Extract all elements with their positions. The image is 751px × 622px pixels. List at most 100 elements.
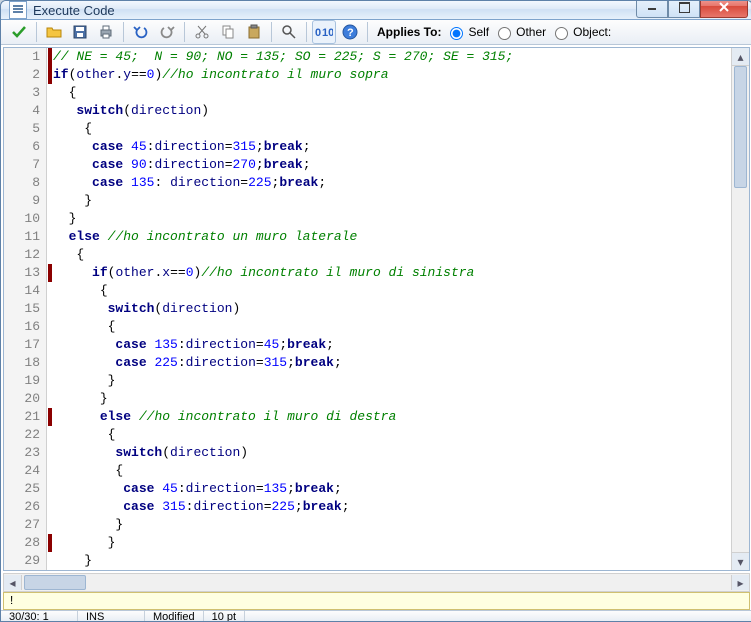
scroll-thumb-vertical[interactable] (734, 66, 747, 188)
code-line[interactable]: { (53, 318, 731, 336)
code-line[interactable]: case 225:direction=315;break; (53, 354, 731, 372)
line-number: 21 (4, 408, 46, 426)
line-number: 23 (4, 444, 46, 462)
scroll-down-button[interactable]: ▾ (732, 552, 749, 570)
code-line[interactable]: else //ho incontrato un muro laterale (53, 228, 731, 246)
code-line[interactable]: case 45:direction=315;break; (53, 138, 731, 156)
code-editor[interactable]: 1234567891011121314151617181920212223242… (3, 47, 750, 571)
line-number: 27 (4, 516, 46, 534)
code-line[interactable]: } (53, 516, 731, 534)
code-line[interactable]: case 135:direction=45;break; (53, 336, 731, 354)
code-line[interactable]: { (53, 120, 731, 138)
svg-text:0: 0 (315, 27, 321, 39)
titlebar[interactable]: Execute Code (1, 1, 751, 20)
close-button[interactable] (700, 0, 748, 18)
scroll-up-button[interactable]: ▴ (732, 48, 749, 66)
radio-other-label: Other (516, 25, 546, 39)
line-number: 15 (4, 300, 46, 318)
window: Execute Code 010 ? (0, 0, 751, 622)
applies-to-object[interactable]: Object: (550, 24, 611, 40)
code-line[interactable]: { (53, 282, 731, 300)
code-line[interactable]: } (53, 390, 731, 408)
undo-button[interactable] (129, 20, 153, 44)
code-line[interactable]: case 90:direction=270;break; (53, 156, 731, 174)
applies-to-label: Applies To: (377, 25, 441, 39)
code-line[interactable]: switch(direction) (53, 300, 731, 318)
paste-button[interactable] (242, 20, 266, 44)
change-mark (48, 66, 52, 84)
minimize-button[interactable] (636, 0, 668, 18)
svg-text:10: 10 (322, 27, 333, 39)
line-number: 29 (4, 552, 46, 570)
change-mark (48, 48, 52, 66)
line-number: 25 (4, 480, 46, 498)
redo-button[interactable] (155, 20, 179, 44)
copy-button[interactable] (216, 20, 240, 44)
code-line[interactable]: { (53, 246, 731, 264)
line-number: 8 (4, 174, 46, 192)
horizontal-scrollbar[interactable]: ◂ ▸ (3, 573, 750, 592)
code-line[interactable]: case 135: direction=225;break; (53, 174, 731, 192)
scroll-thumb-horizontal[interactable] (24, 575, 86, 590)
code-line[interactable]: } (53, 192, 731, 210)
window-title: Execute Code (33, 3, 115, 18)
scroll-right-button[interactable]: ▸ (731, 575, 749, 590)
change-mark (48, 534, 52, 552)
code-line[interactable]: if(other.y==0)//ho incontrato il muro so… (53, 66, 731, 84)
radio-other[interactable] (498, 27, 511, 40)
line-number: 24 (4, 462, 46, 480)
code-line[interactable]: } (53, 534, 731, 552)
change-mark (48, 408, 52, 426)
document-icon (9, 1, 27, 19)
cut-button[interactable] (190, 20, 214, 44)
code-line[interactable]: switch(direction) (53, 444, 731, 462)
minimize-icon (647, 2, 657, 12)
vertical-scrollbar[interactable]: ▴ ▾ (731, 48, 749, 570)
code-text-area[interactable]: // NE = 45; N = 90; NO = 135; SO = 225; … (53, 48, 731, 570)
save-button[interactable] (68, 20, 92, 44)
line-number: 5 (4, 120, 46, 138)
code-line[interactable]: else //ho incontrato il muro di destra (53, 408, 731, 426)
svg-text:?: ? (347, 27, 354, 39)
maximize-button[interactable] (668, 0, 700, 18)
applies-to-other[interactable]: Other (493, 24, 546, 40)
code-line[interactable]: // NE = 45; N = 90; NO = 135; SO = 225; … (53, 48, 731, 66)
check-syntax-button[interactable]: 010 (312, 20, 336, 44)
find-button[interactable] (277, 20, 301, 44)
code-line[interactable]: } (53, 372, 731, 390)
line-number: 11 (4, 228, 46, 246)
code-line[interactable]: case 45:direction=135;break; (53, 480, 731, 498)
line-number: 2 (4, 66, 46, 84)
line-number: 19 (4, 372, 46, 390)
line-number: 17 (4, 336, 46, 354)
applies-to-group: Applies To: Self Other Object: (377, 24, 611, 40)
status-modified: Modified (145, 611, 204, 622)
code-line[interactable]: { (53, 426, 731, 444)
code-line[interactable]: } (53, 210, 731, 228)
code-line[interactable]: if(other.x==0)//ho incontrato il muro di… (53, 264, 731, 282)
code-line[interactable]: { (53, 462, 731, 480)
printer-icon (98, 24, 114, 40)
code-line[interactable]: case 315:direction=225;break; (53, 498, 731, 516)
open-button[interactable] (42, 20, 66, 44)
line-number: 6 (4, 138, 46, 156)
applies-to-self[interactable]: Self (445, 24, 489, 40)
ok-button[interactable] (7, 20, 31, 44)
code-line[interactable]: } (53, 552, 731, 570)
line-number-gutter: 1234567891011121314151617181920212223242… (4, 48, 47, 570)
help-button[interactable]: ? (338, 20, 362, 44)
scroll-left-button[interactable]: ◂ (4, 575, 22, 590)
radio-self-label: Self (468, 25, 489, 39)
content-area: 1234567891011121314151617181920212223242… (1, 45, 751, 610)
radio-self[interactable] (450, 27, 463, 40)
code-line[interactable]: { (53, 84, 731, 102)
line-number: 14 (4, 282, 46, 300)
line-number: 13 (4, 264, 46, 282)
radio-object[interactable] (555, 27, 568, 40)
line-number: 10 (4, 210, 46, 228)
code-line[interactable]: switch(direction) (53, 102, 731, 120)
syntax-icon: 010 (315, 24, 333, 40)
window-buttons (636, 0, 748, 17)
print-button[interactable] (94, 20, 118, 44)
line-number: 16 (4, 318, 46, 336)
